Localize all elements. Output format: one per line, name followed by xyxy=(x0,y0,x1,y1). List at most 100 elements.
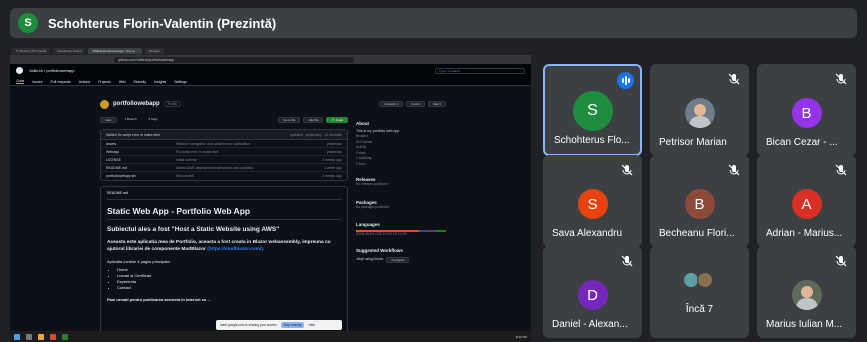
hide-banner-button[interactable]: Hide xyxy=(308,323,315,327)
participant-tile[interactable]: B Bican Cezar - ... xyxy=(757,64,856,156)
file-explorer-icon[interactable] xyxy=(38,333,44,340)
star-button[interactable]: Star 0 xyxy=(427,101,446,107)
participant-tile[interactable]: B Becheanu Flori... xyxy=(650,155,749,247)
file-row[interactable]: LICENSE Initial commit 2 weeks ago xyxy=(101,156,347,164)
participant-name: Petrisor Marian xyxy=(659,137,727,148)
browser-tab[interactable]: Webapp xyxy=(144,48,164,54)
mic-off-icon xyxy=(621,164,633,176)
file-commit-msg[interactable]: Initial commit xyxy=(176,156,322,163)
branches-link[interactable]: 1 Branch xyxy=(121,117,141,123)
repo-sidebar: About This is my portfolio web app Readm… xyxy=(356,115,446,263)
participant-name: Daniel - Alexan... xyxy=(552,319,628,330)
browser-tab[interactable]: IT Student | PG Global xyxy=(12,48,51,54)
search-icon[interactable] xyxy=(26,333,32,340)
file-name[interactable]: assets xyxy=(106,140,176,147)
more-participants-label: Încă 7 xyxy=(685,304,714,315)
taskbar-clock[interactable]: 8:02 PM xyxy=(516,335,527,339)
participant-tile[interactable]: S Sava Alexandru xyxy=(543,155,642,247)
presenter-title: Schohterus Florin-Valentin (Prezintă) xyxy=(48,15,277,31)
commit-message[interactable]: Wallich fix script error in index.html xyxy=(106,130,290,139)
file-row[interactable]: portfoliowebapp.sln first commit 2 weeks… xyxy=(101,172,347,180)
file-row[interactable]: README.md Added AWS deployment instructi… xyxy=(101,164,347,172)
participant-tile[interactable]: Petrisor Marian xyxy=(650,64,749,156)
readme-panel: README.md Static Web App - Portfolio Web… xyxy=(100,186,348,342)
participant-photo xyxy=(684,98,715,128)
about-meta-forks[interactable]: 0 forks xyxy=(356,162,446,168)
tags-link[interactable]: 0 Tags xyxy=(145,117,162,123)
github-logo-icon[interactable] xyxy=(16,67,23,74)
file-date: 2 weeks ago xyxy=(322,174,342,178)
more-participants-tile[interactable]: Încă 7 xyxy=(650,246,749,338)
browser-tab[interactable]: CloudFront Global xyxy=(53,48,86,54)
tab-projects[interactable]: Projects xyxy=(98,80,111,84)
windows-taskbar: 8:02 PM xyxy=(10,331,531,342)
about-title: About xyxy=(356,121,369,126)
browser-toolbar: github.com/Valikrch/portfoliowebapp xyxy=(10,55,531,64)
file-commit-msg[interactable]: Fix script error in index.html xyxy=(176,148,327,155)
readme-tab[interactable]: README.md xyxy=(107,191,341,200)
mic-off-icon xyxy=(728,164,740,176)
file-name[interactable]: portfoliowebapp.sln xyxy=(106,172,176,180)
file-name[interactable]: Webapp xyxy=(106,148,176,155)
go-to-file-button[interactable]: Go to file xyxy=(278,117,301,123)
file-commit-msg[interactable]: Refactor navigation and added error noti… xyxy=(176,140,327,147)
screen-share-banner: meet.google.com is sharing your screen S… xyxy=(216,320,342,330)
readme-heading: Static Web App - Portfolio Web App xyxy=(107,206,341,220)
file-name[interactable]: LICENSE xyxy=(106,156,176,163)
presenter-avatar: S xyxy=(18,13,38,33)
mic-off-icon xyxy=(621,255,633,267)
unwatch-button[interactable]: Unwatch 1 xyxy=(379,101,404,107)
tab-pull-requests[interactable]: Pull requests xyxy=(51,80,71,84)
file-row[interactable]: assets Refactor navigation and added err… xyxy=(101,140,347,148)
participant-photo xyxy=(791,280,822,310)
participant-tile[interactable]: Marius Iulian M... xyxy=(757,246,856,338)
tab-code[interactable]: Code xyxy=(16,79,25,84)
mic-off-icon xyxy=(835,255,847,267)
repo-breadcrumb[interactable]: Valikrch / portfoliowebapp xyxy=(29,68,75,73)
participant-name: Schohterus Flo... xyxy=(554,135,630,146)
file-date: 1 week ago xyxy=(324,166,342,170)
shared-screen: IT Student | PG Global CloudFront Global… xyxy=(10,47,531,342)
tab-security[interactable]: Security xyxy=(133,80,146,84)
app-icon[interactable] xyxy=(62,333,68,340)
branch-select[interactable]: main xyxy=(100,117,117,123)
tab-settings[interactable]: Settings xyxy=(174,80,187,84)
tab-actions[interactable]: Actions xyxy=(79,80,90,84)
configure-button[interactable]: Configure xyxy=(386,256,410,263)
github-search-input[interactable]: Type / to search xyxy=(435,67,525,74)
repo-name[interactable]: portfoliowebapp xyxy=(113,101,160,107)
file-commit-msg[interactable]: Added AWS deployment instructions and up… xyxy=(176,164,324,171)
code-button[interactable]: <> Code xyxy=(326,117,348,123)
browser-tab-active[interactable]: Wallich/portfoliowebapp: This is ... xyxy=(88,48,142,54)
repo-nav: Code Issues Pull requests Actions Projec… xyxy=(16,77,525,86)
participant-avatar: B xyxy=(684,189,715,219)
tab-issues[interactable]: Issues xyxy=(32,80,42,84)
participant-tile[interactable]: D Daniel - Alexan... xyxy=(543,246,642,338)
stop-sharing-button[interactable]: Stop sharing xyxy=(280,322,305,328)
browser-icon[interactable] xyxy=(50,333,56,340)
share-banner-text: meet.google.com is sharing your screen xyxy=(220,323,277,327)
file-row[interactable]: Webapp Fix script error in index.html ye… xyxy=(101,148,347,156)
file-list: Wallich fix script error in index.html u… xyxy=(100,129,348,181)
tab-wiki[interactable]: Wiki xyxy=(119,80,126,84)
commit-meta[interactable]: updated · yesterday · 13 commits xyxy=(290,130,342,139)
windows-start-icon[interactable] xyxy=(14,333,20,340)
participant-name: Becheanu Flori... xyxy=(659,228,735,239)
repo-visibility-badge: Public xyxy=(163,101,182,107)
file-date: yesterday xyxy=(326,142,342,146)
add-file-button[interactable]: Add file xyxy=(303,117,324,123)
browser-tab-strip: IT Student | PG Global CloudFront Global… xyxy=(10,47,531,55)
readme-pages-intro: Aplicatia contine 4 pagini principale: xyxy=(107,259,171,264)
file-name[interactable]: README.md xyxy=(106,164,176,171)
readme-subheading: Subiectul ales a fost "Host a Static Web… xyxy=(107,226,280,233)
fork-button[interactable]: Fork 0 xyxy=(406,101,425,107)
packages-text: No packages published xyxy=(356,204,390,209)
participant-tile[interactable]: A Adrian - Marius... xyxy=(757,155,856,247)
tab-insights[interactable]: Insights xyxy=(154,80,166,84)
mudblazor-link[interactable]: (https://mudblazor.com/). xyxy=(207,247,264,252)
file-commit-msg[interactable]: first commit xyxy=(176,172,322,180)
mic-off-icon xyxy=(728,73,740,85)
readme-paragraph: Aceasta este aplicatia mea de Portfolio,… xyxy=(107,239,341,253)
participant-tile[interactable]: S Schohterus Flo... xyxy=(543,64,642,156)
address-bar[interactable]: github.com/Valikrch/portfoliowebapp xyxy=(114,56,354,63)
